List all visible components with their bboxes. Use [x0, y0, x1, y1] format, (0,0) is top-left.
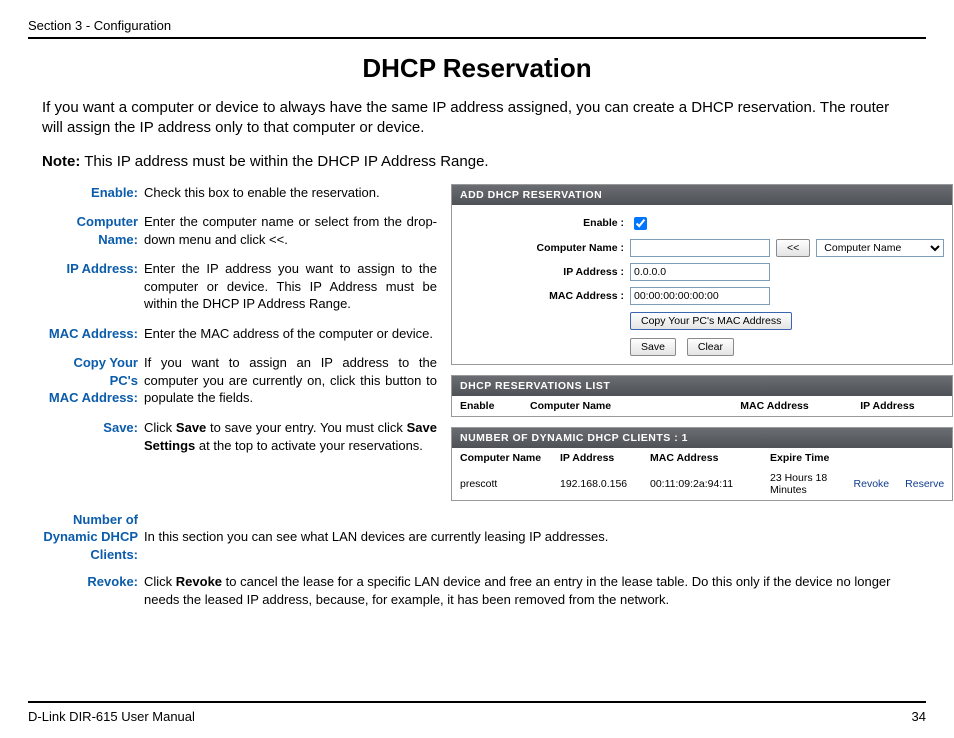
page-footer: D-Link DIR-615 User Manual 34 [28, 701, 926, 724]
definitions-column: Enable: Check this box to enable the res… [42, 184, 437, 511]
reserve-link[interactable]: Reserve [905, 478, 944, 490]
term-save: Save: [42, 419, 144, 454]
note-label: Note: [42, 153, 80, 170]
mac-address-label: MAC Address : [452, 290, 630, 302]
col-cname: Computer Name [452, 448, 552, 468]
footer-right: 34 [912, 709, 926, 724]
desc-num-clients: In this section you can see what LAN dev… [144, 528, 912, 546]
cell-ip: 192.168.0.156 [552, 468, 642, 500]
cell-mac: 00:11:09:2a:94:11 [642, 468, 762, 500]
reservations-list-panel: DHCP RESERVATIONS LIST Enable Computer N… [451, 375, 953, 417]
computer-name-input[interactable] [630, 239, 770, 257]
assign-button[interactable]: << [776, 239, 810, 257]
col-ip2: IP Address [552, 448, 642, 468]
ip-address-input[interactable] [630, 263, 770, 281]
desc-save: Click Save to save your entry. You must … [144, 419, 437, 454]
ip-address-label: IP Address : [452, 266, 630, 278]
definitions-wide: Number ofDynamic DHCPClients: In this se… [42, 511, 912, 609]
term-enable: Enable: [42, 184, 144, 202]
enable-label: Enable : [452, 217, 630, 229]
col-mac: MAC Address [732, 396, 852, 416]
col-mac2: MAC Address [642, 448, 762, 468]
term-revoke: Revoke: [42, 573, 144, 608]
term-computer-name: Computer Name: [42, 213, 144, 248]
computer-name-label: Computer Name : [452, 242, 630, 254]
note-line: Note: This IP address must be within the… [42, 153, 912, 170]
col-expire: Expire Time [762, 448, 846, 468]
add-reservation-header: ADD DHCP RESERVATION [452, 185, 952, 205]
term-ip-address: IP Address: [42, 260, 144, 313]
computer-name-select[interactable]: Computer Name [816, 239, 944, 257]
reservations-list-header: DHCP RESERVATIONS LIST [452, 376, 952, 396]
copy-mac-button[interactable]: Copy Your PC's MAC Address [630, 312, 792, 330]
term-num-clients: Number ofDynamic DHCPClients: [42, 511, 144, 564]
table-row: prescott 192.168.0.156 00:11:09:2a:94:11… [452, 468, 952, 500]
dynamic-clients-header: NUMBER OF DYNAMIC DHCP CLIENTS : 1 [452, 428, 952, 448]
add-reservation-panel: ADD DHCP RESERVATION Enable : Computer N… [451, 184, 953, 365]
dynamic-clients-table: Computer Name IP Address MAC Address Exp… [452, 448, 952, 500]
col-enable: Enable [452, 396, 522, 416]
term-copy-mac: Copy Your PC'sMAC Address: [42, 354, 144, 407]
cell-expire: 23 Hours 18 Minutes [762, 468, 846, 500]
enable-checkbox[interactable] [634, 217, 647, 230]
mac-address-input[interactable] [630, 287, 770, 305]
section-header: Section 3 - Configuration [28, 18, 926, 39]
reservations-table: Enable Computer Name MAC Address IP Addr… [452, 396, 952, 416]
col-ip: IP Address [852, 396, 952, 416]
col-computer-name: Computer Name [522, 396, 732, 416]
revoke-link[interactable]: Revoke [854, 478, 890, 490]
desc-mac-address: Enter the MAC address of the computer or… [144, 325, 437, 343]
dynamic-clients-panel: NUMBER OF DYNAMIC DHCP CLIENTS : 1 Compu… [451, 427, 953, 501]
screenshot-column: ADD DHCP RESERVATION Enable : Computer N… [451, 184, 953, 511]
desc-copy-mac: If you want to assign an IP address to t… [144, 354, 437, 407]
page-title: DHCP Reservation [28, 53, 926, 84]
cell-cname: prescott [452, 468, 552, 500]
intro-text: If you want a computer or device to alwa… [42, 98, 912, 139]
footer-left: D-Link DIR-615 User Manual [28, 709, 195, 724]
term-mac-address: MAC Address: [42, 325, 144, 343]
desc-revoke: Click Revoke to cancel the lease for a s… [144, 573, 912, 608]
note-text: This IP address must be within the DHCP … [80, 153, 488, 170]
desc-computer-name: Enter the computer name or select from t… [144, 213, 437, 248]
desc-ip-address: Enter the IP address you want to assign … [144, 260, 437, 313]
save-button[interactable]: Save [630, 338, 676, 356]
clear-button[interactable]: Clear [687, 338, 734, 356]
desc-enable: Check this box to enable the reservation… [144, 184, 437, 202]
